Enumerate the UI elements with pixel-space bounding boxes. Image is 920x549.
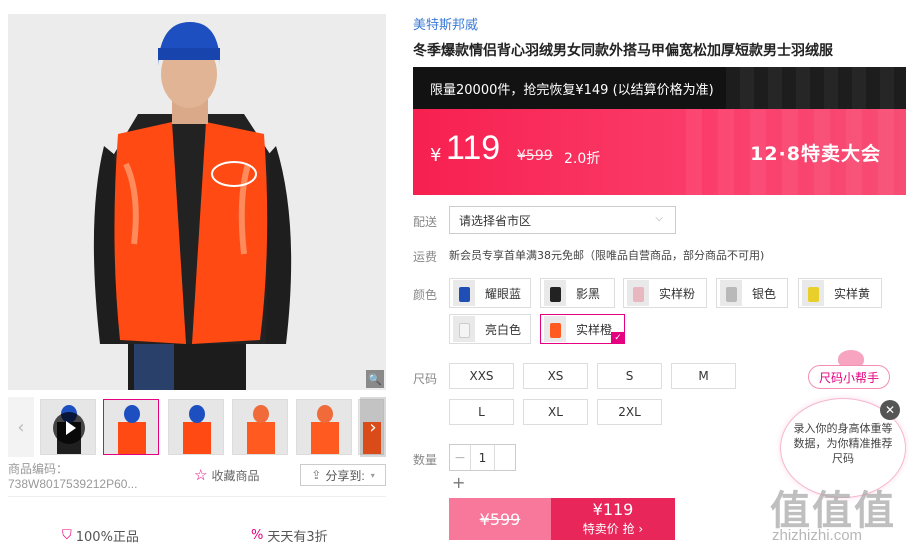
quantity-input[interactable]: 1 bbox=[470, 445, 495, 470]
event-logo: 12·8特卖大会 bbox=[750, 143, 881, 165]
color-option[interactable]: 影黑 bbox=[540, 278, 615, 308]
size-helper-badge[interactable]: 尺码小帮手 bbox=[808, 365, 890, 389]
currency-symbol: ¥ bbox=[430, 145, 442, 166]
color-swatch bbox=[627, 280, 649, 306]
shield-icon: ⛉ bbox=[62, 528, 72, 543]
color-name: 耀眼蓝 bbox=[485, 286, 522, 301]
color-option[interactable]: 实样粉 bbox=[623, 278, 707, 308]
thumbnail-orange-vest-back bbox=[297, 400, 351, 454]
share-label: 分享到: bbox=[325, 468, 365, 483]
region-select[interactable]: 请选择省市区 ⌵ bbox=[449, 206, 676, 234]
quantity-label: 数量 bbox=[413, 453, 438, 467]
color-name: 实样粉 bbox=[659, 286, 696, 301]
buy-now-button[interactable]: ¥119 特卖价 抢 › bbox=[551, 498, 675, 540]
thumbnail-orange-vest-female bbox=[233, 400, 287, 454]
color-swatch bbox=[544, 316, 566, 342]
buy-price: ¥119 bbox=[592, 500, 634, 519]
product-title: 冬季爆款情侣背心羽绒男女同款外搭马甲偏宽松加厚短款男士羽绒服 bbox=[413, 43, 833, 59]
color-swatch bbox=[720, 280, 742, 306]
color-swatch bbox=[453, 316, 475, 342]
color-option[interactable]: 亮白色 bbox=[449, 314, 531, 344]
color-name: 实样黄 bbox=[834, 286, 871, 301]
thumb-next-arrow-icon[interactable]: › bbox=[360, 397, 386, 457]
buy-label: 特卖价 抢 › bbox=[582, 522, 644, 536]
original-price: ¥599 bbox=[517, 148, 553, 164]
product-meta-row: 商品编码：738W8017539212P60... ☆ 收藏商品 ⇪ 分享到: … bbox=[8, 462, 386, 491]
chevron-down-icon: ▾ bbox=[370, 470, 375, 480]
guarantee-label: 天天有3折 bbox=[267, 530, 328, 545]
divider bbox=[8, 496, 386, 497]
heart-icon: ☆ bbox=[194, 467, 208, 484]
quantity-plus-button[interactable]: + bbox=[452, 473, 465, 492]
banner-decoration bbox=[726, 67, 906, 109]
main-product-image[interactable]: 🔍 bbox=[8, 14, 386, 390]
model-photo bbox=[8, 14, 386, 390]
color-name: 银色 bbox=[752, 286, 777, 301]
size-option[interactable]: XL bbox=[523, 399, 588, 425]
shipping-info: 新会员专享首单满38元免邮（限唯品自营商品，部分商品不可用) bbox=[449, 249, 765, 262]
color-swatch bbox=[544, 280, 566, 306]
guarantee-label: 100%正品 bbox=[75, 530, 139, 545]
size-option[interactable]: S bbox=[597, 363, 662, 389]
original-price-button[interactable]: ¥599 bbox=[449, 498, 551, 540]
delivery-label: 配送 bbox=[413, 215, 438, 229]
favorite-label: 收藏商品 bbox=[211, 468, 260, 483]
promo-limit-text: 限量20000件，抢完恢复¥149 (以结算价格为准) bbox=[430, 82, 714, 98]
color-option[interactable]: 实样黄 bbox=[798, 278, 882, 308]
buy-original-price: ¥599 bbox=[479, 509, 521, 529]
thumbnail-image[interactable] bbox=[296, 399, 352, 455]
thumbnail-video[interactable] bbox=[40, 399, 96, 455]
color-name: 影黑 bbox=[576, 286, 601, 301]
color-option[interactable]: 银色 bbox=[716, 278, 788, 308]
color-swatch bbox=[802, 280, 824, 306]
thumb-prev-arrow-icon[interactable]: ‹ bbox=[8, 397, 34, 457]
color-option[interactable]: 耀眼蓝 bbox=[449, 278, 531, 308]
share-button[interactable]: ⇪ 分享到: ▾ bbox=[300, 464, 386, 486]
sale-price: 119 bbox=[446, 129, 501, 167]
color-option-selected[interactable]: 实样橙 bbox=[540, 314, 625, 344]
thumbnail-orange-vest bbox=[104, 400, 158, 454]
share-icon: ⇪ bbox=[311, 468, 322, 482]
price-banner: ¥ 119 ¥599 2.0折 12·8特卖大会 bbox=[413, 109, 906, 195]
color-name: 实样橙 bbox=[576, 322, 613, 337]
sku-code: 商品编码：738W8017539212P60... bbox=[8, 461, 138, 491]
size-option[interactable]: XXS bbox=[449, 363, 514, 389]
chevron-down-icon: ⌵ bbox=[655, 213, 663, 224]
quantity-stepper: − 1 bbox=[449, 444, 516, 471]
promo-limit-banner: 限量20000件，抢完恢复¥149 (以结算价格为准) bbox=[413, 67, 906, 109]
size-option[interactable]: L bbox=[449, 399, 514, 425]
guarantee-discount: % 天天有3折 bbox=[251, 526, 328, 545]
thumbnail-image[interactable] bbox=[168, 399, 224, 455]
quantity-minus-button[interactable]: − bbox=[450, 450, 470, 466]
thumbnail-image[interactable] bbox=[103, 399, 159, 455]
shipping-label: 运费 bbox=[413, 250, 438, 264]
percent-icon: % bbox=[251, 528, 264, 543]
favorite-button[interactable]: ☆ 收藏商品 bbox=[194, 466, 259, 484]
discount-rate: 2.0折 bbox=[564, 151, 601, 167]
thumbnail-image[interactable] bbox=[232, 399, 288, 455]
close-icon[interactable]: ✕ bbox=[880, 400, 900, 420]
thumbnail-orange-vest-side bbox=[169, 400, 223, 454]
color-name: 亮白色 bbox=[485, 322, 522, 337]
color-label: 颜色 bbox=[413, 288, 438, 302]
size-label: 尺码 bbox=[413, 372, 438, 386]
size-option[interactable]: 2XL bbox=[597, 399, 662, 425]
color-swatch bbox=[453, 280, 475, 306]
guarantee-authentic: ⛉ 100%正品 bbox=[62, 526, 139, 545]
brand-link[interactable]: 美特斯邦威 bbox=[413, 14, 478, 33]
region-placeholder: 请选择省市区 bbox=[459, 213, 532, 228]
size-helper-text: 录入你的身高体重等数据，为你精准推荐尺码 bbox=[793, 422, 893, 465]
thumbnail-strip: ‹ › bbox=[8, 397, 386, 457]
size-option[interactable]: M bbox=[671, 363, 736, 389]
watermark-url: zhizhizhi.com bbox=[772, 527, 863, 544]
zoom-icon[interactable]: 🔍 bbox=[366, 370, 384, 388]
size-option[interactable]: XS bbox=[523, 363, 588, 389]
play-icon[interactable] bbox=[53, 412, 85, 444]
